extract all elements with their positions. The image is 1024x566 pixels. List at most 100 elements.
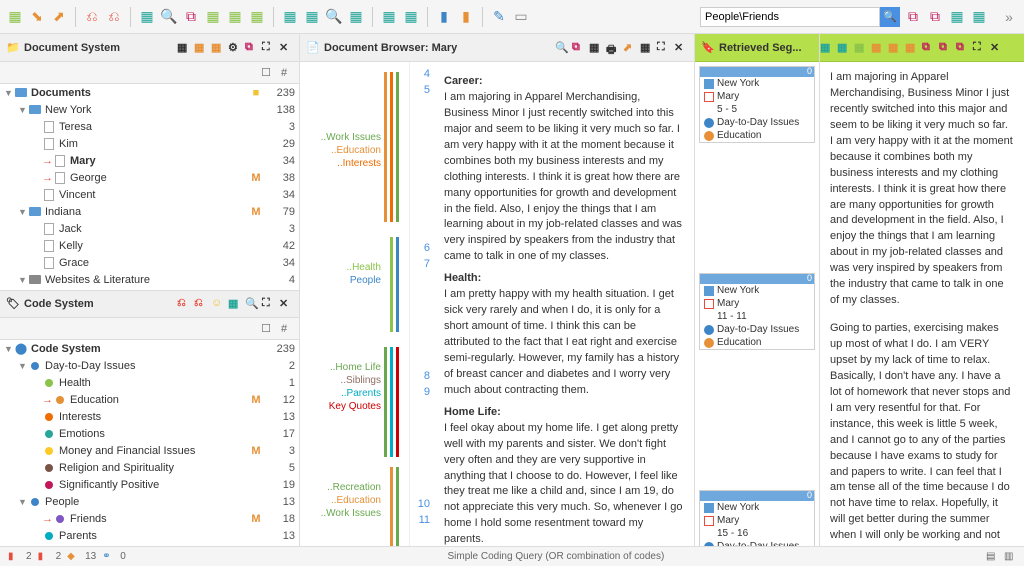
tool-r3-icon[interactable]: ▦ [948, 8, 966, 26]
tree-row[interactable]: Money and Financial Issues M 3 [0, 442, 299, 459]
tree-row[interactable]: Teresa 3 [0, 118, 299, 135]
cs-close-icon[interactable]: ✕ [279, 297, 293, 311]
code-line[interactable] [384, 347, 387, 457]
code-line[interactable] [390, 237, 393, 332]
tree-row[interactable]: ▼ Day-to-Day Issues 2 [0, 357, 299, 374]
tree-row[interactable]: → Friends M 18 [0, 510, 299, 527]
vis2-icon[interactable]: ▦ [402, 8, 420, 26]
rt-tool3-icon[interactable]: ▦ [854, 41, 868, 55]
tool-r4-icon[interactable]: ▦ [970, 8, 988, 26]
seg-card[interactable]: 0 New York Mary 5 - 5 Day-to-Day Issues … [699, 66, 815, 143]
ds-close-icon[interactable]: ✕ [279, 41, 293, 55]
matrix3-icon[interactable]: 🔍 [325, 8, 343, 26]
code-label[interactable]: ..Health [347, 262, 381, 273]
cs-tool5-icon[interactable]: 🔍 [245, 297, 259, 311]
tree-row[interactable]: Partner 10 [0, 544, 299, 546]
code-action-icon[interactable]: ⎌ [105, 8, 123, 26]
import-icon[interactable]: ⬊ [28, 8, 46, 26]
tree-row[interactable]: Religion and Spirituality 5 [0, 459, 299, 476]
br-close-icon[interactable]: ✕ [674, 41, 688, 55]
filter-icon[interactable]: ⧉ [182, 8, 200, 26]
br-expand-icon[interactable]: ⛶ [657, 41, 671, 55]
code-label[interactable]: ..Siblings [340, 375, 381, 386]
tree-row[interactable]: Vincent 34 [0, 186, 299, 203]
br-print-icon[interactable]: 🖶 [606, 41, 620, 55]
tree-row[interactable]: Parents 13 [0, 527, 299, 544]
br-tool3-icon[interactable]: ▦ [589, 41, 603, 55]
vis1-icon[interactable]: ▦ [380, 8, 398, 26]
more-icon[interactable]: » [1000, 8, 1018, 26]
code-label[interactable]: ..Education [331, 145, 381, 156]
code-line[interactable] [396, 347, 399, 457]
code-label[interactable]: ..Home Life [330, 362, 381, 373]
table-icon[interactable]: ▦ [138, 8, 156, 26]
code-label[interactable]: ..Recreation [327, 482, 381, 493]
export-icon[interactable]: ⬈ [50, 8, 68, 26]
sb-r1-icon[interactable]: ▤ [986, 551, 998, 563]
ds-tool1-icon[interactable]: ▦ [177, 41, 191, 55]
code-label[interactable]: ..Interests [337, 158, 381, 169]
layout-icon[interactable]: ▭ [512, 8, 530, 26]
code-search-input[interactable] [700, 7, 880, 27]
page-orange-icon[interactable]: ▮ [457, 8, 475, 26]
tree-row[interactable]: Interests 13 [0, 408, 299, 425]
seg-card[interactable]: 0 New York Mary 11 - 11 Day-to-Day Issue… [699, 273, 815, 350]
code-label[interactable]: ..Work Issues [321, 132, 381, 143]
ds-tool2-icon[interactable]: ▦ [194, 41, 208, 55]
code-line[interactable] [390, 72, 393, 222]
matrix1-icon[interactable]: ▦ [281, 8, 299, 26]
code-label[interactable]: People [350, 275, 381, 286]
tree-row[interactable]: Emotions 17 [0, 425, 299, 442]
code-line[interactable] [390, 347, 393, 457]
code-line[interactable] [390, 467, 393, 546]
rt-tool7-icon[interactable]: ⧉ [922, 41, 936, 55]
rt-tool1-icon[interactable]: ▦ [820, 41, 834, 55]
code-label[interactable]: ..Education [331, 495, 381, 506]
tree-row[interactable]: ▼ New York 138 [0, 101, 299, 118]
rt-close-icon[interactable]: ✕ [990, 41, 1004, 55]
tree-row[interactable]: Kim 29 [0, 135, 299, 152]
br-tool6-icon[interactable]: ▦ [640, 41, 654, 55]
tree-row[interactable]: Kelly 42 [0, 237, 299, 254]
tree-row[interactable]: Grace 34 [0, 254, 299, 271]
new-doc-icon[interactable]: ▦ [6, 8, 24, 26]
search-icon[interactable]: 🔍 [160, 8, 178, 26]
tree-row[interactable]: ▼ People 13 [0, 493, 299, 510]
code-line[interactable] [396, 467, 399, 546]
cs-tool3-icon[interactable]: ☺ [211, 297, 225, 311]
grid3-icon[interactable]: ▦ [248, 8, 266, 26]
matrix2-icon[interactable]: ▦ [303, 8, 321, 26]
ds-expand-icon[interactable]: ⛶ [262, 41, 276, 55]
tree-row[interactable]: ▼ ⬤ Code System 239 [0, 340, 299, 357]
grid1-icon[interactable]: ▦ [204, 8, 222, 26]
rt-tool8-icon[interactable]: ⧉ [939, 41, 953, 55]
code-search-button[interactable]: 🔍 [880, 7, 900, 27]
tree-row[interactable]: ▼ Websites & Literature 4 [0, 271, 299, 288]
rt-expand-icon[interactable]: ⛶ [973, 41, 987, 55]
tree-row[interactable]: ▼ Indiana M 79 [0, 203, 299, 220]
code-label[interactable]: ..Work Issues [321, 508, 381, 519]
tree-row[interactable]: Jack 3 [0, 220, 299, 237]
cs-tool1-icon[interactable]: ⎌ [177, 297, 191, 311]
code-label[interactable]: ..Parents [341, 388, 381, 399]
tree-row[interactable]: → Mary 34 [0, 152, 299, 169]
code-line[interactable] [396, 72, 399, 222]
ds-tool3-icon[interactable]: ▦ [211, 41, 225, 55]
br-tool1-icon[interactable]: 🔍 [555, 41, 569, 55]
ds-tool5-icon[interactable]: ⧉ [245, 41, 259, 55]
code-line[interactable] [384, 72, 387, 222]
edit-icon[interactable]: ✎ [490, 8, 508, 26]
code-label[interactable]: Key Quotes [329, 401, 381, 412]
ds-tool4-icon[interactable]: ⚙ [228, 41, 242, 55]
tool-r2-icon[interactable]: ⧉ [926, 8, 944, 26]
br-tool2-icon[interactable]: ⧉ [572, 41, 586, 55]
rt-tool6-icon[interactable]: ▦ [905, 41, 919, 55]
doc-action-icon[interactable]: ⎌ [83, 8, 101, 26]
br-export-icon[interactable]: ⬈ [623, 41, 637, 55]
grid2-icon[interactable]: ▦ [226, 8, 244, 26]
rt-tool5-icon[interactable]: ▦ [888, 41, 902, 55]
tree-row[interactable]: ▼ Documents ■ 239 [0, 84, 299, 101]
tree-row[interactable]: Health 1 [0, 374, 299, 391]
rt-tool4-icon[interactable]: ▦ [871, 41, 885, 55]
tree-row[interactable]: Significantly Positive 19 [0, 476, 299, 493]
